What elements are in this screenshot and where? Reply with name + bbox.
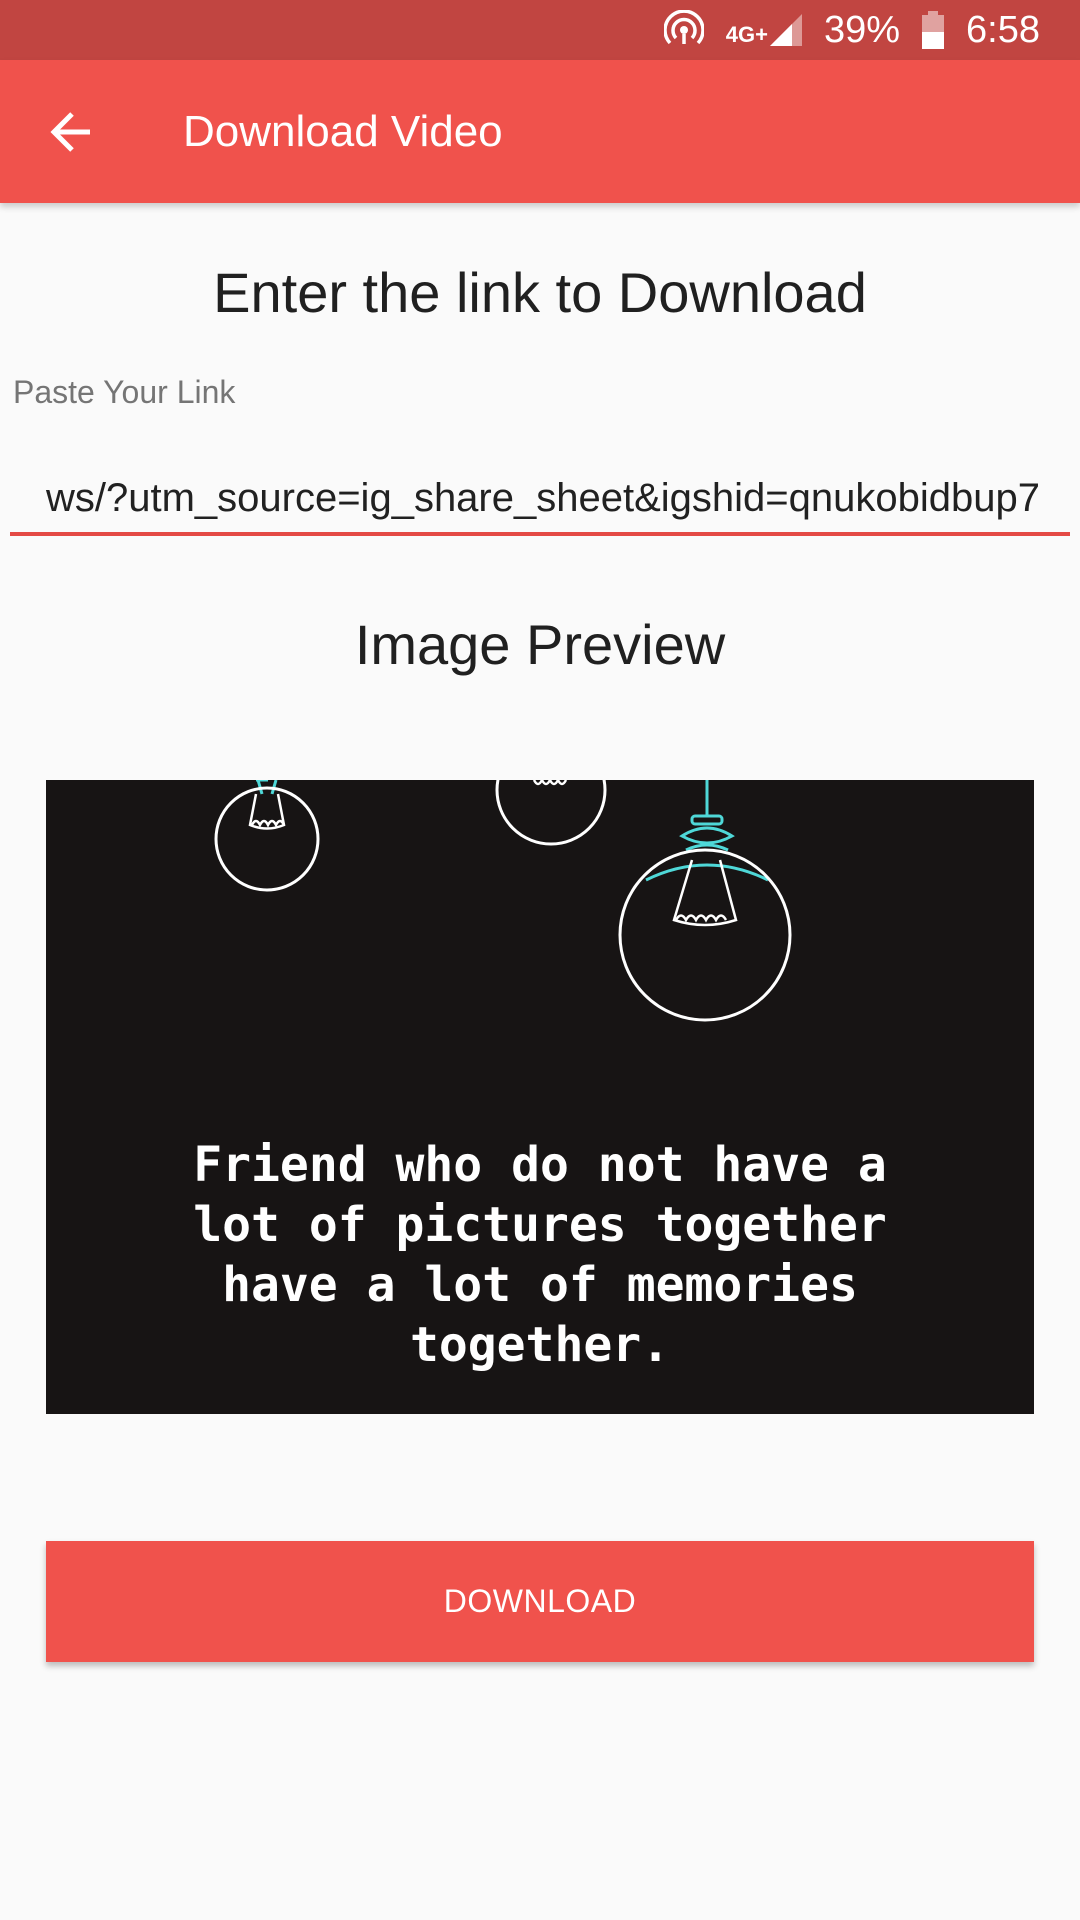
signal-icon: 4G+ (726, 12, 802, 48)
preview-heading: Image Preview (354, 613, 726, 676)
page-heading: Enter the link to Download (213, 261, 867, 324)
clock: 6:58 (966, 8, 1040, 51)
status-bar: 4G+ 39% 6:58 (0, 0, 1080, 60)
network-type: 4G+ (725, 22, 768, 47)
link-field-label: Paste Your Link (13, 374, 236, 410)
battery-icon (922, 11, 945, 49)
app-title: Download Video (183, 106, 503, 156)
download-button[interactable]: DOWNLOAD (46, 1541, 1034, 1662)
preview-quote: Friend who do not have a lot of pictures… (193, 1137, 887, 1373)
link-input[interactable] (10, 470, 1070, 536)
hotspot-icon (663, 10, 704, 50)
arrow-back-icon (49, 111, 90, 152)
back-button[interactable] (0, 60, 143, 203)
preview-image: Friend who do not have a lot of pictures… (46, 780, 1034, 1414)
app-bar: Download Video (0, 60, 1080, 203)
battery-percent: 39% (823, 8, 901, 51)
